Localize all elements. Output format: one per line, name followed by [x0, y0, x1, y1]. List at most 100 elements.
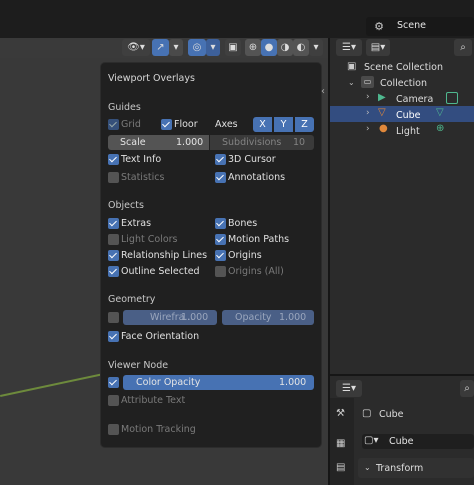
light-colors-label: Light Colors — [121, 234, 178, 245]
statistics-checkbox[interactable] — [108, 172, 119, 183]
relationship-lines-label: Relationship Lines — [121, 250, 208, 261]
wireframe-shading-icon[interactable]: ⊕ — [245, 39, 261, 56]
mesh-icon: ▽ — [378, 107, 386, 118]
xray-icon[interactable]: ▣ — [225, 39, 241, 56]
scale-value: 1.000 — [176, 137, 204, 148]
face-orientation-label: Face Orientation — [121, 331, 200, 342]
floor-checkbox[interactable] — [161, 119, 172, 130]
outliner-item-light[interactable]: Light — [396, 126, 420, 137]
subdivisions-label: Subdivisions — [222, 137, 282, 148]
object-name-label: Cube — [379, 409, 404, 420]
transform-label: Transform — [376, 463, 424, 474]
cube-expand-icon[interactable]: › — [366, 108, 370, 118]
outline-selected-label: Outline Selected — [121, 266, 200, 277]
filter-icon[interactable]: ⌕ — [454, 39, 472, 56]
object-name-value: Cube — [389, 436, 414, 447]
guides-heading: Guides — [108, 102, 141, 113]
axes-label: Axes — [215, 119, 238, 130]
visibility-icon[interactable]: 👁▾ — [122, 39, 150, 56]
face-orientation-checkbox[interactable] — [108, 331, 119, 342]
display-mode-icon[interactable]: ▤▾ — [366, 39, 390, 56]
floor-label: Floor — [174, 119, 198, 130]
object-name-field[interactable] — [362, 434, 474, 449]
light-expand-icon[interactable]: › — [366, 124, 370, 134]
motion-paths-label: Motion Paths — [228, 234, 290, 245]
extras-label: Extras — [121, 218, 152, 229]
rendered-shading-icon[interactable]: ◐ — [293, 39, 309, 56]
properties-search-icon[interactable]: ⌕ — [460, 380, 474, 397]
origins-label: Origins — [228, 250, 262, 261]
transform-expand-icon[interactable]: ⌄ — [364, 463, 371, 472]
origins-all-checkbox[interactable] — [215, 266, 226, 277]
gizmo-toggle-icon[interactable]: ↗ — [152, 39, 169, 56]
bones-checkbox[interactable] — [215, 218, 226, 229]
outline-selected-checkbox[interactable] — [108, 266, 119, 277]
scale-label: Scale — [120, 137, 146, 148]
motion-tracking-checkbox[interactable] — [108, 424, 119, 435]
subdivisions-value: 10 — [293, 137, 306, 148]
tool-tab-icon[interactable]: ⚒ — [336, 408, 345, 419]
color-opacity-checkbox[interactable] — [108, 377, 119, 388]
camera-expand-icon[interactable]: › — [366, 92, 370, 102]
axis-y-toggle[interactable]: Y — [274, 117, 293, 132]
opacity-value: 1.000 — [279, 312, 307, 323]
grid-checkbox[interactable] — [108, 119, 119, 130]
wireframe-checkbox[interactable] — [108, 312, 119, 323]
objects-heading: Objects — [108, 200, 144, 211]
mesh-data-icon[interactable]: ▽ — [436, 107, 444, 118]
light-data-icon[interactable]: ⊕ — [436, 123, 444, 134]
collection-icon: ▭ — [361, 76, 374, 88]
grid-label: Grid — [121, 119, 141, 130]
annotations-checkbox[interactable] — [215, 172, 226, 183]
relationship-lines-checkbox[interactable] — [108, 250, 119, 261]
camera-data-icon[interactable] — [446, 92, 458, 104]
render-tab-icon[interactable]: ▦ — [336, 438, 345, 449]
statistics-label: Statistics — [121, 172, 165, 183]
shading-dropdown-icon[interactable]: ▾ — [309, 39, 323, 56]
3d-cursor-label: 3D Cursor — [228, 154, 276, 165]
annotations-label: Annotations — [228, 172, 286, 183]
collection-label[interactable]: Collection — [380, 78, 427, 89]
scene-collection-icon: ▣ — [347, 61, 357, 72]
color-opacity-label: Color Opacity — [136, 377, 201, 388]
color-opacity-value: 1.000 — [279, 377, 307, 388]
scene-collection-label[interactable]: Scene Collection — [364, 62, 443, 73]
camera-icon: ▶ — [378, 92, 386, 103]
axis-z-toggle[interactable]: Z — [295, 117, 314, 132]
light-colors-checkbox[interactable] — [108, 234, 119, 245]
wireframe-value: 1.000 — [181, 312, 209, 323]
material-shading-icon[interactable]: ◑ — [277, 39, 293, 56]
geometry-heading: Geometry — [108, 294, 156, 305]
scene-icon: ⚙ — [374, 20, 384, 33]
editor-type-icon[interactable]: ☰▾ — [336, 39, 362, 56]
object-icon: ▢ — [362, 408, 372, 419]
text-info-label: Text Info — [121, 154, 162, 165]
viewport-sidebar-toggle-icon[interactable]: ‹ — [321, 86, 325, 97]
properties-editor-type-icon[interactable]: ☰▾ — [336, 380, 362, 397]
axis-x-toggle[interactable]: X — [253, 117, 272, 132]
3d-cursor-checkbox[interactable] — [215, 154, 226, 165]
motion-paths-checkbox[interactable] — [215, 234, 226, 245]
light-icon: ● — [379, 123, 388, 134]
outliner-item-camera[interactable]: Camera — [396, 94, 433, 105]
solid-shading-icon[interactable]: ● — [261, 39, 277, 56]
object-data-icon: ▢▾ — [364, 435, 379, 446]
scene-label: Scene — [397, 20, 426, 31]
overlays-dropdown-icon[interactable]: ▾ — [206, 39, 220, 56]
outliner-item-cube[interactable]: Cube — [396, 110, 421, 121]
opacity-label: Opacity — [235, 312, 272, 323]
text-info-checkbox[interactable] — [108, 154, 119, 165]
attribute-text-checkbox[interactable] — [108, 395, 119, 406]
popover-title: Viewport Overlays — [108, 73, 195, 84]
attribute-text-label: Attribute Text — [121, 395, 186, 406]
collection-expand-icon[interactable]: ⌄ — [348, 78, 355, 87]
origins-checkbox[interactable] — [215, 250, 226, 261]
extras-checkbox[interactable] — [108, 218, 119, 229]
gizmo-dropdown-icon[interactable]: ▾ — [169, 39, 183, 56]
output-tab-icon[interactable]: ▤ — [336, 462, 345, 473]
motion-tracking-label: Motion Tracking — [121, 424, 196, 435]
overlays-toggle-icon[interactable]: ◎ — [188, 39, 206, 56]
viewer-node-heading: Viewer Node — [108, 360, 169, 371]
bones-label: Bones — [228, 218, 258, 229]
origins-all-label: Origins (All) — [228, 266, 284, 277]
